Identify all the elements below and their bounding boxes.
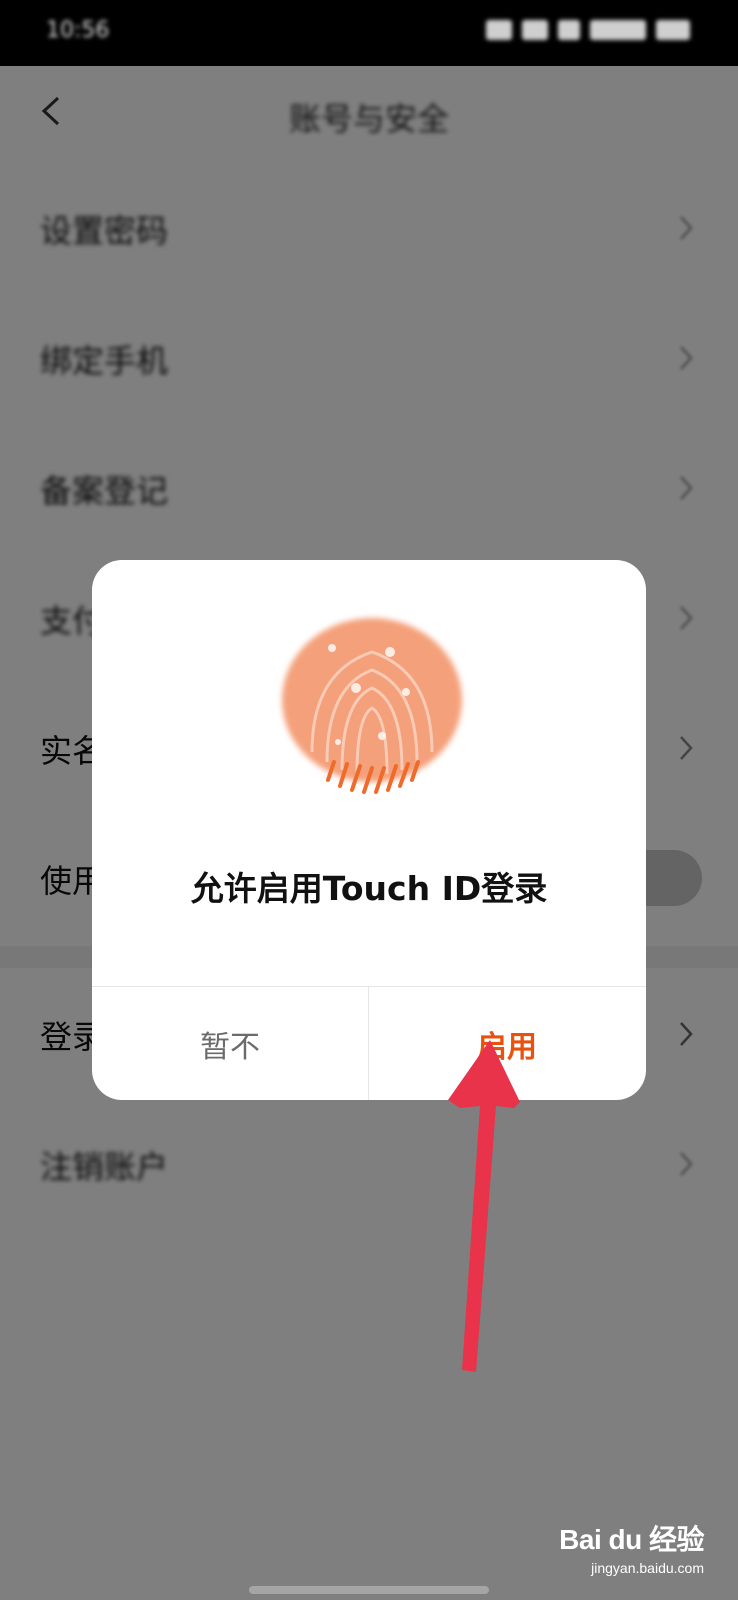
status-icons [486, 20, 690, 40]
watermark-brand: Bai du 经验 [559, 1524, 704, 1555]
wifi-icon [522, 20, 548, 40]
watermark-url: jingyan.baidu.com [591, 1560, 704, 1576]
not-now-button[interactable]: 暂不 [92, 987, 368, 1100]
signal-icon [486, 20, 512, 40]
dialog-title: 允许启用Touch ID登录 [190, 869, 548, 908]
annotation-arrow-icon [448, 1040, 520, 1372]
fingerprint-icon [282, 618, 462, 794]
touch-id-dialog: 允许启用Touch ID登录 暂不 启用 [92, 560, 646, 1100]
status-time: 10:56 [46, 18, 110, 43]
baidu-jingyan-watermark: Bai du 经验 jingyan.baidu.com [554, 1518, 704, 1588]
network-speed-icon [590, 20, 646, 40]
status-bar: 10:56 [0, 0, 738, 66]
home-indicator [249, 1586, 489, 1594]
battery-icon [656, 20, 690, 40]
notification-icon [558, 20, 580, 40]
